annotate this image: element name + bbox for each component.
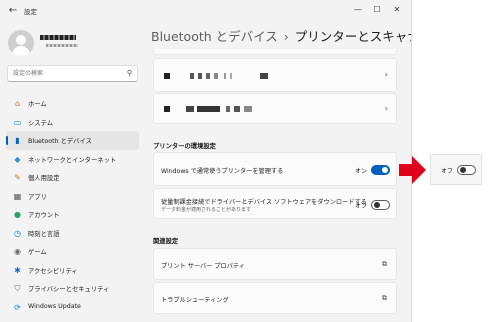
user-name-redacted xyxy=(40,35,76,40)
related-settings-heading: 関連設定 xyxy=(153,238,179,245)
user-email-redacted xyxy=(46,44,78,47)
sidebar-item-label: 時刻と言語 xyxy=(28,230,60,238)
metered-download-label: 従量制課金接続でドライバーとデバイス ソフトウェアをダウンロードする xyxy=(161,199,367,206)
default-printer-label: Windows で通常使うプリンターを管理する xyxy=(161,168,284,175)
back-button[interactable]: ← xyxy=(6,4,20,18)
sidebar-item[interactable]: ▮ Bluetooth とデバイス xyxy=(6,131,139,150)
sidebar-item-label: プライバシーとセキュリティ xyxy=(28,286,110,293)
breadcrumb-separator: › xyxy=(283,29,289,44)
troubleshoot-link[interactable]: トラブルシューティング ⧉ xyxy=(153,282,397,314)
close-button[interactable]: ✕ xyxy=(389,3,405,17)
avatar[interactable] xyxy=(8,30,34,56)
printer-name-redacted xyxy=(164,73,268,79)
toggle-knob xyxy=(382,167,388,173)
default-printer-setting: Windows で通常使うプリンターを管理する オン xyxy=(153,152,397,186)
printer-name-redacted xyxy=(164,106,252,112)
sidebar-item[interactable]: ▭ システム xyxy=(6,113,139,132)
callout-toggle xyxy=(457,165,476,175)
sidebar-item-label: ゲーム xyxy=(28,249,47,256)
zoomed-toggle-callout: オフ xyxy=(430,154,482,185)
printer-item[interactable]: › xyxy=(153,93,397,124)
sidebar-item-label: アプリ xyxy=(28,193,47,201)
sidebar-item-label: アクセシビリティ xyxy=(28,267,78,275)
print-server-properties-link[interactable]: プリント サーバー プロパティ ⧉ xyxy=(153,248,397,280)
paintbrush-icon: ✎ xyxy=(14,173,21,182)
time-language-icon: ◷ xyxy=(14,228,21,238)
network-icon: ◆ xyxy=(14,154,21,164)
metered-download-toggle[interactable] xyxy=(371,200,390,210)
update-icon: ⟳ xyxy=(14,302,21,312)
toggle-knob xyxy=(460,167,466,173)
bluetooth-devices-icon: ▮ xyxy=(15,136,20,145)
print-server-properties-label: プリント サーバー プロパティ xyxy=(161,263,245,270)
printer-prefs-heading: プリンターの環境設定 xyxy=(153,143,216,150)
sidebar-item[interactable]: ✱ アクセシビリティ xyxy=(6,261,139,280)
maximize-button[interactable]: ☐ xyxy=(369,3,385,17)
toggle-knob xyxy=(374,202,380,208)
sidebar-item[interactable]: ▦ アプリ xyxy=(6,187,139,206)
apps-icon: ▦ xyxy=(13,191,22,201)
sidebar-item[interactable]: ⌂ ホーム xyxy=(6,94,139,113)
sidebar-item[interactable]: ◆ ネットワークとインターネット xyxy=(6,150,139,169)
home-icon: ⌂ xyxy=(14,99,21,108)
shield-icon: ⛉ xyxy=(14,284,21,293)
sidebar-item[interactable]: ⛉ プライバシーとセキュリティ xyxy=(6,279,139,298)
window-title: 設定 xyxy=(24,8,37,16)
breadcrumb-bluetooth-devices[interactable]: Bluetooth とデバイス xyxy=(151,29,278,44)
minimize-button[interactable]: — xyxy=(350,3,366,17)
accessibility-icon: ✱ xyxy=(14,265,21,275)
metered-download-setting: 従量制課金接続でドライバーとデバイス ソフトウェアをダウンロードする データ料金… xyxy=(153,188,397,219)
settings-window: ← 設定 — ☐ ✕ ⚲ ⌂ ホーム ▭ システム ▮ Bluetooth とデバイス ◆ ネ… xyxy=(0,0,412,322)
sidebar-item-label: システム xyxy=(28,119,53,127)
default-printer-state: オン xyxy=(355,168,368,175)
search-icon[interactable]: ⚲ xyxy=(127,69,132,77)
printer-item[interactable]: › xyxy=(153,58,397,92)
sidebar-item[interactable]: ⟳ Windows Update xyxy=(6,298,139,317)
sidebar-item-label: ネットワークとインターネット xyxy=(28,156,117,164)
sidebar-item[interactable]: ◷ 時刻と言語 xyxy=(6,224,139,243)
sidebar-item-label: Windows Update xyxy=(28,302,81,310)
sidebar-item-label: アカウント xyxy=(28,212,60,219)
red-arrow-icon xyxy=(399,156,426,184)
account-icon: ● xyxy=(14,210,21,219)
metered-download-sublabel: データ料金が適用されることがあります xyxy=(161,207,252,213)
system-icon: ▭ xyxy=(13,117,22,127)
page-heading: プリンターとスキャナー xyxy=(294,29,411,44)
callout-state: オフ xyxy=(441,168,454,175)
sidebar-item[interactable]: ● アカウント xyxy=(6,205,139,224)
search-box[interactable]: ⚲ xyxy=(7,65,138,82)
chevron-right-icon: › xyxy=(384,104,388,113)
printer-card-partial[interactable] xyxy=(153,49,397,55)
sidebar-nav: ⌂ ホーム ▭ システム ▮ Bluetooth とデバイス ◆ ネットワークとインターネット… xyxy=(6,94,139,316)
title-bar: ← 設定 — ☐ ✕ xyxy=(0,0,411,22)
page-title: Bluetooth とデバイス › プリンターとスキャナー xyxy=(151,26,411,45)
external-link-icon: ⧉ xyxy=(382,260,387,268)
gaming-icon: ◉ xyxy=(14,247,21,256)
sidebar-item[interactable]: ✎ 個人用設定 xyxy=(6,168,139,187)
search-input[interactable] xyxy=(13,68,118,79)
sidebar-item-label: 個人用設定 xyxy=(28,175,60,182)
external-link-icon: ⧉ xyxy=(382,294,387,302)
default-printer-toggle[interactable] xyxy=(371,165,390,175)
troubleshoot-label: トラブルシューティング xyxy=(161,297,229,304)
chevron-right-icon: › xyxy=(384,70,388,79)
metered-download-state: オフ xyxy=(355,203,368,210)
sidebar-item-label: Bluetooth とデバイス xyxy=(28,138,92,145)
sidebar-item[interactable]: ◉ ゲーム xyxy=(6,242,139,261)
sidebar-item-label: ホーム xyxy=(28,101,47,108)
